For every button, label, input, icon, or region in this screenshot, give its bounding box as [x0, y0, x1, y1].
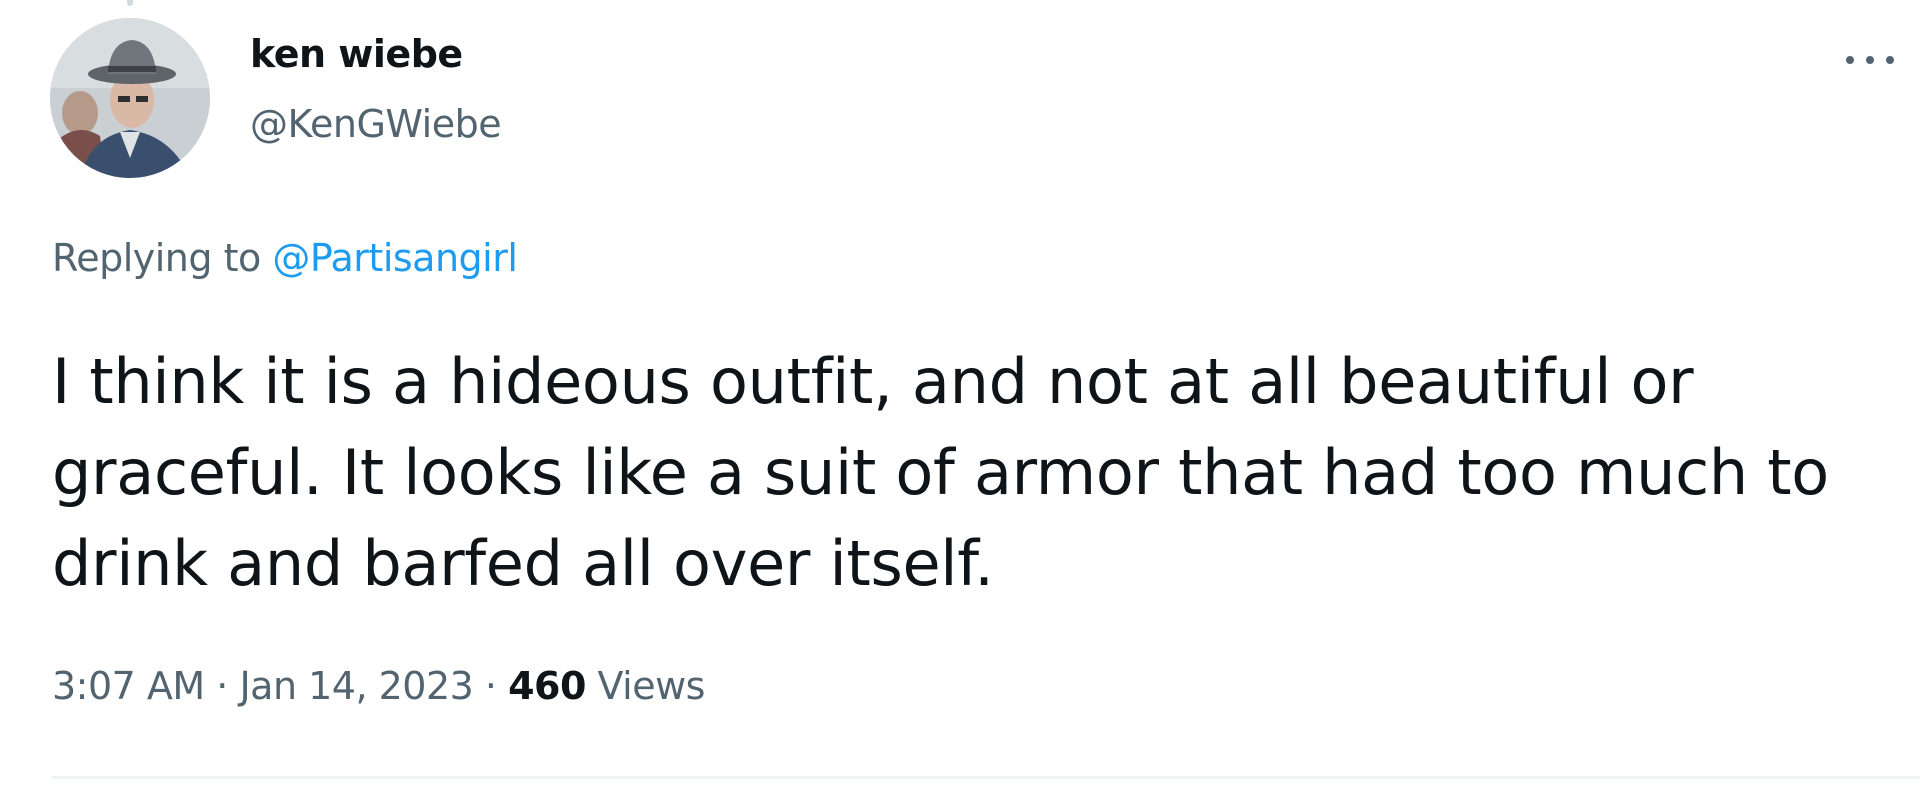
tweet-meta: 3:07 AM · Jan 14, 2023 · 460 Views [52, 664, 705, 708]
replying-to: Replying to @Partisangirl [52, 236, 518, 280]
author-display-name[interactable]: ken wiebe [250, 32, 463, 76]
views-label: Views [585, 664, 705, 708]
more-horizontal-icon [1846, 56, 1854, 64]
replying-to-label: Replying to [52, 236, 273, 280]
tweet-date[interactable]: Jan 14, 2023 [239, 664, 473, 708]
more-horizontal-icon-dot [1866, 56, 1874, 64]
views-count: 460 [508, 664, 586, 708]
more-options-button[interactable] [1840, 40, 1900, 80]
meta-separator: · [473, 664, 509, 708]
meta-separator: · [204, 664, 240, 708]
thread-connector [127, 0, 133, 6]
tweet-card: ken wiebe @KenGWiebe Replying to @Partis… [0, 0, 1920, 787]
divider [52, 776, 1920, 779]
more-horizontal-icon-dot [1886, 56, 1894, 64]
user-avatar-photo-icon [50, 18, 210, 178]
author-avatar[interactable] [50, 18, 210, 178]
author-handle[interactable]: @KenGWiebe [250, 102, 502, 146]
reply-mention-link[interactable]: @Partisangirl [272, 236, 518, 280]
tweet-text: I think it is a hideous outfit, and not … [52, 345, 1829, 600]
tweet-time[interactable]: 3:07 AM [52, 664, 205, 708]
